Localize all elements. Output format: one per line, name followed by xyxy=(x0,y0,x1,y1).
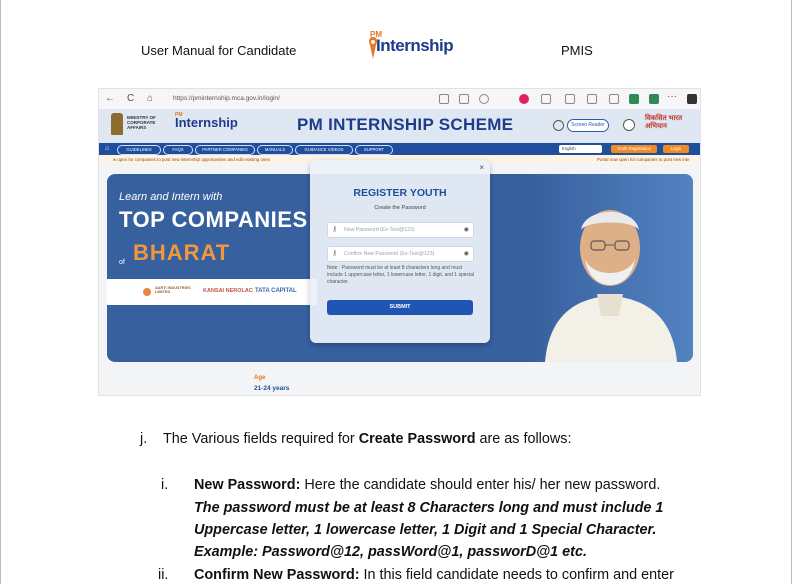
browser-tool-icon xyxy=(479,94,489,104)
accessibility-icon xyxy=(623,119,635,131)
nav-partner-companies: PARTNER COMPANIES xyxy=(195,145,255,155)
browser-tool-icon xyxy=(459,94,469,104)
doc-header-right: PMIS xyxy=(561,43,593,58)
new-password-field: ⚷ New Password (Ex-Test@123) ◉ xyxy=(327,222,474,238)
modal-title: REGISTER YOUTH xyxy=(353,187,447,199)
site-logo: PM Internship xyxy=(175,112,238,130)
browser-toolbar: ← C ⌂ https://pminternship.mca.gov.in/lo… xyxy=(99,89,700,110)
password-note: Note : Password must be at least 8 chara… xyxy=(327,265,475,285)
screen-reader-button: Screen Reader xyxy=(567,119,609,132)
item-j-marker: j. xyxy=(140,431,148,447)
browser-tool-icon xyxy=(609,94,619,104)
register-youth-modal: × REGISTER YOUTH Create the Password ⚷ N… xyxy=(310,160,490,343)
nav-faqs: FAQS xyxy=(163,145,193,155)
logo-word-text: Internship xyxy=(376,36,454,55)
settings-icon xyxy=(553,120,564,131)
site-navbar: ⌂ GUIDELINES FAQS PARTNER COMPANIES MANU… xyxy=(99,143,700,155)
age-label: Age xyxy=(254,375,266,381)
home-icon: ⌂ xyxy=(147,93,154,104)
eye-icon: ◉ xyxy=(463,227,469,233)
item-i-marker: i. xyxy=(161,477,169,493)
eye-icon: ◉ xyxy=(463,251,469,257)
nav-manuals: MANUALS xyxy=(257,145,293,155)
browser-tool-icon xyxy=(565,94,575,104)
reload-icon: C xyxy=(127,93,135,104)
age-value: 21-24 years xyxy=(254,385,290,392)
submit-button: SUBMIT xyxy=(327,300,473,315)
nav-guidelines: GUIDELINES xyxy=(117,145,161,155)
browser-tool-icon xyxy=(541,94,551,104)
menu-icon: ··· xyxy=(667,91,677,102)
scheme-title: PM INTERNSHIP SCHEME xyxy=(297,115,514,134)
password-example: Example: Password@12, passWord@1, passwo… xyxy=(194,544,587,560)
nav-support: SUPPORT xyxy=(355,145,393,155)
site-header: MINISTRY OF CORPORATE AFFAIRS PM Interns… xyxy=(99,109,700,143)
confirm-password-field: ⚷ Confirm New Password (Ex-Test@123) ◉ xyxy=(327,246,474,262)
sidebar-icon xyxy=(687,94,697,104)
password-rule-line-1: The password must be at least 8 Characte… xyxy=(194,500,664,516)
ministry-name: MINISTRY OF CORPORATE AFFAIRS xyxy=(127,115,156,130)
youth-registration-button: Youth Registration xyxy=(611,145,657,153)
address-bar: https://pminternship.mca.gov.in/login/ xyxy=(173,95,280,102)
doc-header-left: User Manual for Candidate xyxy=(141,43,297,58)
login-button: Login xyxy=(663,145,689,153)
home-icon: ⌂ xyxy=(105,145,110,152)
page-left-edge xyxy=(0,0,1,584)
extension-icon xyxy=(519,94,529,104)
close-icon: × xyxy=(479,163,484,172)
browser-tool-icon xyxy=(439,94,449,104)
extension-icon xyxy=(629,94,639,104)
item-ii-marker: ii. xyxy=(158,567,169,583)
password-rule-line-2: Uppercase letter, 1 lowercase letter, 1 … xyxy=(194,522,657,538)
item-j-text: The Various fields required for Create P… xyxy=(163,431,572,447)
page-right-edge xyxy=(791,0,792,584)
national-emblem-icon xyxy=(111,113,123,135)
item-i-text: New Password: Here the candidate should … xyxy=(194,477,661,493)
browser-tool-icon xyxy=(587,94,597,104)
embedded-screenshot: ← C ⌂ https://pminternship.mca.gov.in/lo… xyxy=(98,88,701,396)
back-icon: ← xyxy=(105,93,115,104)
nav-guidance-videos: GUIDANCE VIDEOS xyxy=(295,145,353,155)
extension-icon xyxy=(649,94,659,104)
item-ii-text: Confirm New Password: In this field cand… xyxy=(194,567,674,583)
viksit-bharat-logo: विकसित भारत अभियान xyxy=(645,115,683,130)
key-icon: ⚷ xyxy=(332,226,338,233)
pm-internship-logo: PM Internship xyxy=(368,30,454,62)
modal-subtitle: Create the Password xyxy=(374,205,426,211)
language-select: English xyxy=(559,145,602,153)
key-icon: ⚷ xyxy=(332,250,338,257)
